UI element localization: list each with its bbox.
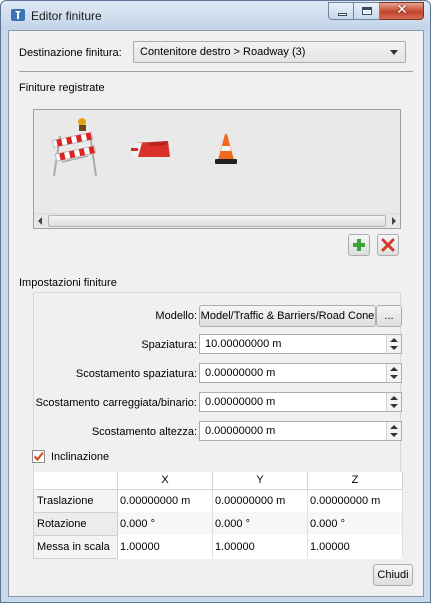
registered-section-label: Finiture registrate [19,82,105,94]
height-offset-label: Scostamento altezza: [91,426,197,438]
close-button[interactable]: Chiudi [373,564,413,586]
translation-x-cell[interactable]: 0.00000000 m [117,489,213,512]
spin-down-icon [390,433,398,437]
divider [19,71,413,72]
jersey-barrier-icon[interactable] [128,137,172,161]
road-offset-spin-buttons[interactable] [386,393,401,411]
height-offset-value: 0.00000000 m [205,425,276,437]
traffic-barricade-with-light-icon[interactable] [50,116,100,180]
road-offset-value: 0.00000000 m [205,396,276,408]
spin-up-icon [390,425,398,429]
traffic-cone-icon[interactable] [214,132,238,166]
chevron-down-icon [390,50,398,55]
finish-gallery[interactable] [33,109,401,229]
incline-checkbox[interactable] [32,450,45,463]
add-finish-button[interactable] [348,234,370,256]
spacing-offset-spin-buttons[interactable] [386,364,401,382]
window-title: Editor finiture [31,9,102,23]
column-header-x[interactable]: X [117,472,213,490]
spin-up-icon [390,367,398,371]
table-row: Messa in scala 1.00000 1.00000 1.00000 [33,534,403,559]
app-icon [11,9,25,21]
gallery-scrollbar[interactable] [34,213,400,228]
table-row: Traslazione 0.00000000 m 0.00000000 m 0.… [33,488,403,513]
remove-finish-button[interactable] [377,234,399,256]
row-header-rotation: Rotazione [33,511,118,536]
browse-model-button[interactable]: ... [376,305,402,327]
spacing-offset-value: 0.00000000 m [205,367,276,379]
scroll-right-icon[interactable] [392,217,396,225]
spin-down-icon [390,346,398,350]
column-header-z[interactable]: Z [307,472,403,490]
spin-down-icon [390,404,398,408]
window-controls: ✕ [328,2,424,21]
destination-value: Contenitore destro > Roadway (3) [140,46,306,58]
model-select-button[interactable]: Model/Traffic & Barriers/Road Cone [199,305,376,327]
minimize-button[interactable] [328,2,354,20]
rotation-z-cell[interactable]: 0.000 ° [307,512,403,535]
height-offset-spin-buttons[interactable] [386,422,401,440]
column-header-y[interactable]: Y [212,472,308,490]
spacing-offset-label: Scostamento spaziatura: [75,368,197,380]
spin-up-icon [390,396,398,400]
minimize-icon [338,13,347,16]
road-offset-label: Scostamento carreggiata/binario: [35,397,197,409]
model-value: Model/Traffic & Barriers/Road Cone [200,310,375,322]
translation-y-cell[interactable]: 0.00000000 m [212,489,308,512]
destination-dropdown[interactable]: Contenitore destro > Roadway (3) [133,41,406,63]
spacing-value: 10.00000000 m [205,338,282,350]
corner-header [33,472,118,490]
maximize-icon [362,7,372,15]
dialog-body: Destinazione finitura: Contenitore destr… [8,30,424,597]
row-header-translation: Traslazione [33,488,118,513]
model-label: Modello: [155,310,197,322]
rotation-x-cell[interactable]: 0.000 ° [117,512,213,535]
spacing-spinbox[interactable]: 10.00000000 m [199,334,402,354]
rotation-y-cell[interactable]: 0.000 ° [212,512,308,535]
plus-icon [353,239,365,251]
translation-z-cell[interactable]: 0.00000000 m [307,489,403,512]
transform-table: X Y Z Traslazione 0.00000000 m 0.0000000… [33,472,403,559]
spin-down-icon [390,375,398,379]
scroll-left-icon[interactable] [38,217,42,225]
close-button-label: Chiudi [377,569,409,581]
editor-window: Editor finiture ✕ Destinazione finitura:… [0,0,431,603]
destination-label: Destinazione finitura: [19,47,122,59]
scale-x-cell[interactable]: 1.00000 [117,535,213,558]
checkmark-icon [33,451,44,462]
spacing-spin-buttons[interactable] [386,335,401,353]
spacing-label: Spaziatura: [141,339,197,351]
road-offset-spinbox[interactable]: 0.00000000 m [199,392,402,412]
spacing-offset-spinbox[interactable]: 0.00000000 m [199,363,402,383]
height-offset-spinbox[interactable]: 0.00000000 m [199,421,402,441]
table-row: Rotazione 0.000 ° 0.000 ° 0.000 ° [33,511,403,536]
scroll-thumb[interactable] [48,215,386,227]
red-x-icon [381,238,395,252]
scale-z-cell[interactable]: 1.00000 [307,535,403,558]
row-header-scale: Messa in scala [33,534,118,559]
title-bar[interactable]: Editor finiture ✕ [1,1,430,30]
settings-section-label: Impostazioni finiture [19,277,117,289]
close-window-button[interactable]: ✕ [380,2,424,20]
spin-up-icon [390,338,398,342]
browse-label: ... [384,310,394,322]
maximize-button[interactable] [354,2,380,20]
close-icon: ✕ [396,2,408,18]
scale-y-cell[interactable]: 1.00000 [212,535,308,558]
incline-label: Inclinazione [51,451,110,463]
